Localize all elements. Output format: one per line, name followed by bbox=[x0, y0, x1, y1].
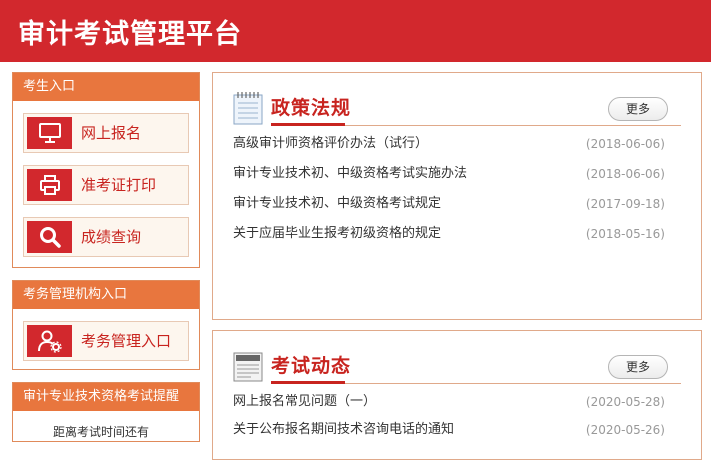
exam-news-panel-title: 考试动态 bbox=[271, 355, 352, 377]
news-title-link[interactable]: 高级审计师资格评价办法（试行） bbox=[233, 133, 428, 155]
exam-countdown-text: 距离考试时间还有 bbox=[53, 425, 150, 439]
news-date: (2018-06-06) bbox=[585, 167, 665, 181]
news-date: (2020-05-26) bbox=[585, 423, 665, 437]
list-item[interactable]: 审计专业技术初、中级资格考试规定 (2017-09-18) bbox=[233, 193, 665, 215]
list-item[interactable]: 关于公布报名期间技术咨询电话的通知 (2020-05-26) bbox=[233, 419, 665, 441]
policy-more-button[interactable]: 更多 bbox=[608, 97, 668, 121]
list-item[interactable]: 关于应届毕业生报考初级资格的规定 (2018-05-16) bbox=[233, 223, 665, 245]
score-query-button[interactable]: 成绩查询 bbox=[23, 217, 189, 257]
admission-ticket-print-label: 准考证打印 bbox=[81, 176, 157, 194]
list-item[interactable]: 高级审计师资格评价办法（试行） (2018-06-06) bbox=[233, 133, 665, 155]
exam-news-panel: 考试动态 更多 网上报名常见问题（一） (2020-05-28) 关于公布报名期… bbox=[212, 330, 702, 460]
top-header-bar: 审计考试管理平台 bbox=[0, 0, 711, 62]
candidate-entry-box: 考生入口 网上报名 准考证打印 成绩查询 bbox=[12, 72, 200, 268]
monitor-icon bbox=[27, 117, 72, 149]
exam-admin-entry-label: 考务管理入口 bbox=[81, 332, 172, 350]
admission-ticket-print-button[interactable]: 准考证打印 bbox=[23, 165, 189, 205]
user-gear-icon bbox=[27, 325, 72, 357]
policy-panel: 政策法规 更多 高级审计师资格评价办法（试行） (2018-06-06) 审计专… bbox=[212, 72, 702, 320]
admin-entry-box: 考务管理机构入口 考务管理入口 bbox=[12, 280, 200, 370]
news-title-link[interactable]: 关于应届毕业生报考初级资格的规定 bbox=[233, 223, 441, 245]
news-title-link[interactable]: 关于公布报名期间技术咨询电话的通知 bbox=[233, 419, 454, 441]
candidate-entry-heading: 考生入口 bbox=[13, 73, 199, 101]
notebook-icon bbox=[233, 91, 263, 125]
news-icon bbox=[233, 349, 263, 383]
news-title-link[interactable]: 网上报名常见问题（一） bbox=[233, 391, 376, 413]
printer-icon bbox=[27, 169, 72, 201]
news-date: (2020-05-28) bbox=[585, 395, 665, 409]
score-query-label: 成绩查询 bbox=[81, 228, 142, 246]
news-date: (2018-06-06) bbox=[585, 137, 665, 151]
site-title: 审计考试管理平台 bbox=[18, 19, 242, 50]
online-registration-label: 网上报名 bbox=[81, 124, 142, 142]
exam-reminder-box: 审计专业技术资格考试提醒 距离考试时间还有 bbox=[12, 382, 200, 442]
news-title-link[interactable]: 审计专业技术初、中级资格考试规定 bbox=[233, 193, 441, 215]
exam-admin-entry-button[interactable]: 考务管理入口 bbox=[23, 321, 189, 361]
admin-entry-heading: 考务管理机构入口 bbox=[13, 281, 199, 309]
policy-panel-title-underline bbox=[271, 123, 345, 126]
news-date: (2018-05-16) bbox=[585, 227, 665, 241]
list-item[interactable]: 网上报名常见问题（一） (2020-05-28) bbox=[233, 391, 665, 413]
exam-reminder-heading: 审计专业技术资格考试提醒 bbox=[13, 383, 199, 411]
news-date: (2017-09-18) bbox=[585, 197, 665, 211]
search-icon bbox=[27, 221, 72, 253]
exam-news-panel-title-underline bbox=[271, 381, 345, 384]
list-item[interactable]: 审计专业技术初、中级资格考试实施办法 (2018-06-06) bbox=[233, 163, 665, 185]
policy-panel-title: 政策法规 bbox=[271, 97, 352, 119]
online-registration-button[interactable]: 网上报名 bbox=[23, 113, 189, 153]
news-title-link[interactable]: 审计专业技术初、中级资格考试实施办法 bbox=[233, 163, 467, 185]
exam-news-more-button[interactable]: 更多 bbox=[608, 355, 668, 379]
right-gutter bbox=[706, 62, 711, 431]
